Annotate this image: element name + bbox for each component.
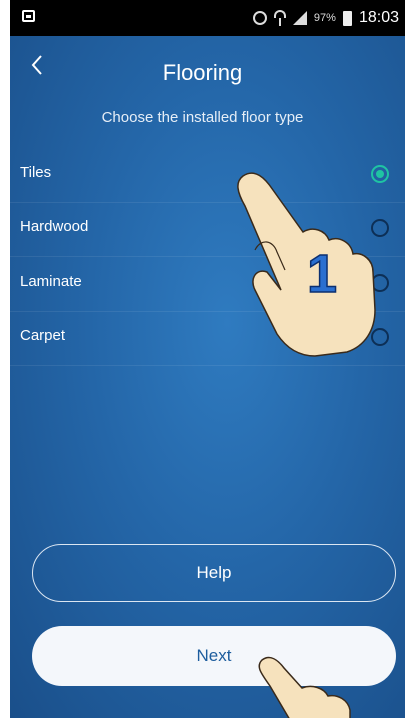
option-label: Tiles [20, 164, 52, 181]
page-title: Flooring [162, 60, 243, 85]
alarm-icon [252, 11, 267, 25]
screenshot-icon [22, 10, 35, 22]
wifi-icon [273, 10, 286, 26]
page-subtitle: Choose the installed floor type [101, 109, 304, 126]
status-icons: 97% 18:03 [252, 0, 399, 36]
option-label: Carpet [20, 327, 66, 344]
app-screen: 97% 18:03 Flooring Choose the installed … [10, 0, 405, 718]
battery-percent: 97% [313, 12, 336, 24]
option-label: Laminate [20, 273, 82, 290]
pointing-hand-icon [258, 656, 351, 718]
battery-icon [342, 10, 352, 26]
help-button[interactable]: Help [32, 544, 396, 602]
clock: 18:03 [358, 9, 399, 26]
option-label: Hardwood [20, 218, 89, 235]
step-number: 1 [307, 244, 337, 304]
pointing-hand-icon: 1 [237, 172, 376, 357]
status-bar: 97% 18:03 [10, 0, 405, 36]
signal-icon [292, 11, 307, 25]
